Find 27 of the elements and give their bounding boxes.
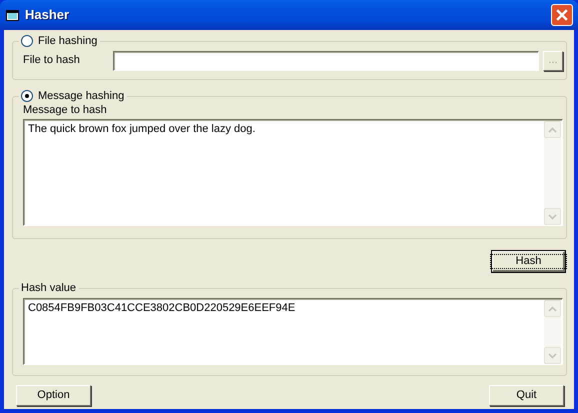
scrollbar[interactable] [544,121,561,226]
radio-button[interactable] [21,90,33,102]
hash-field[interactable]: C0854FB9FB03C41CCE3802CB0D220529E6EEF94E [23,298,563,365]
group-label: Hash value [21,281,76,295]
radio-label[interactable]: Message hashing [38,89,124,103]
scroll-up-icon [548,306,557,312]
radio-label[interactable]: File hashing [38,34,98,48]
radio-button[interactable] [21,35,33,47]
scrollbar[interactable] [544,300,561,364]
app-icon [6,8,19,22]
scroll-down-button[interactable] [544,208,561,226]
close-icon [555,8,569,22]
close-button[interactable] [551,4,573,26]
field-label: File to hash [23,54,81,68]
file-field[interactable] [113,51,539,71]
option-button[interactable]: Option [16,385,91,406]
scroll-up-button[interactable] [544,121,561,138]
window-title: Hasher [25,7,70,23]
scroll-down-icon [548,352,557,358]
quit-button[interactable]: Quit [489,385,564,406]
hash-button[interactable]: Hash [492,251,565,272]
message-field[interactable]: The quick brown fox jumped over the lazy dog. [23,119,563,226]
scroll-down-icon [548,214,557,220]
scroll-down-button[interactable] [544,347,561,364]
scroll-up-icon [548,126,557,133]
scroll-up-button[interactable] [544,300,561,317]
field-label: Message to hash [23,104,107,118]
